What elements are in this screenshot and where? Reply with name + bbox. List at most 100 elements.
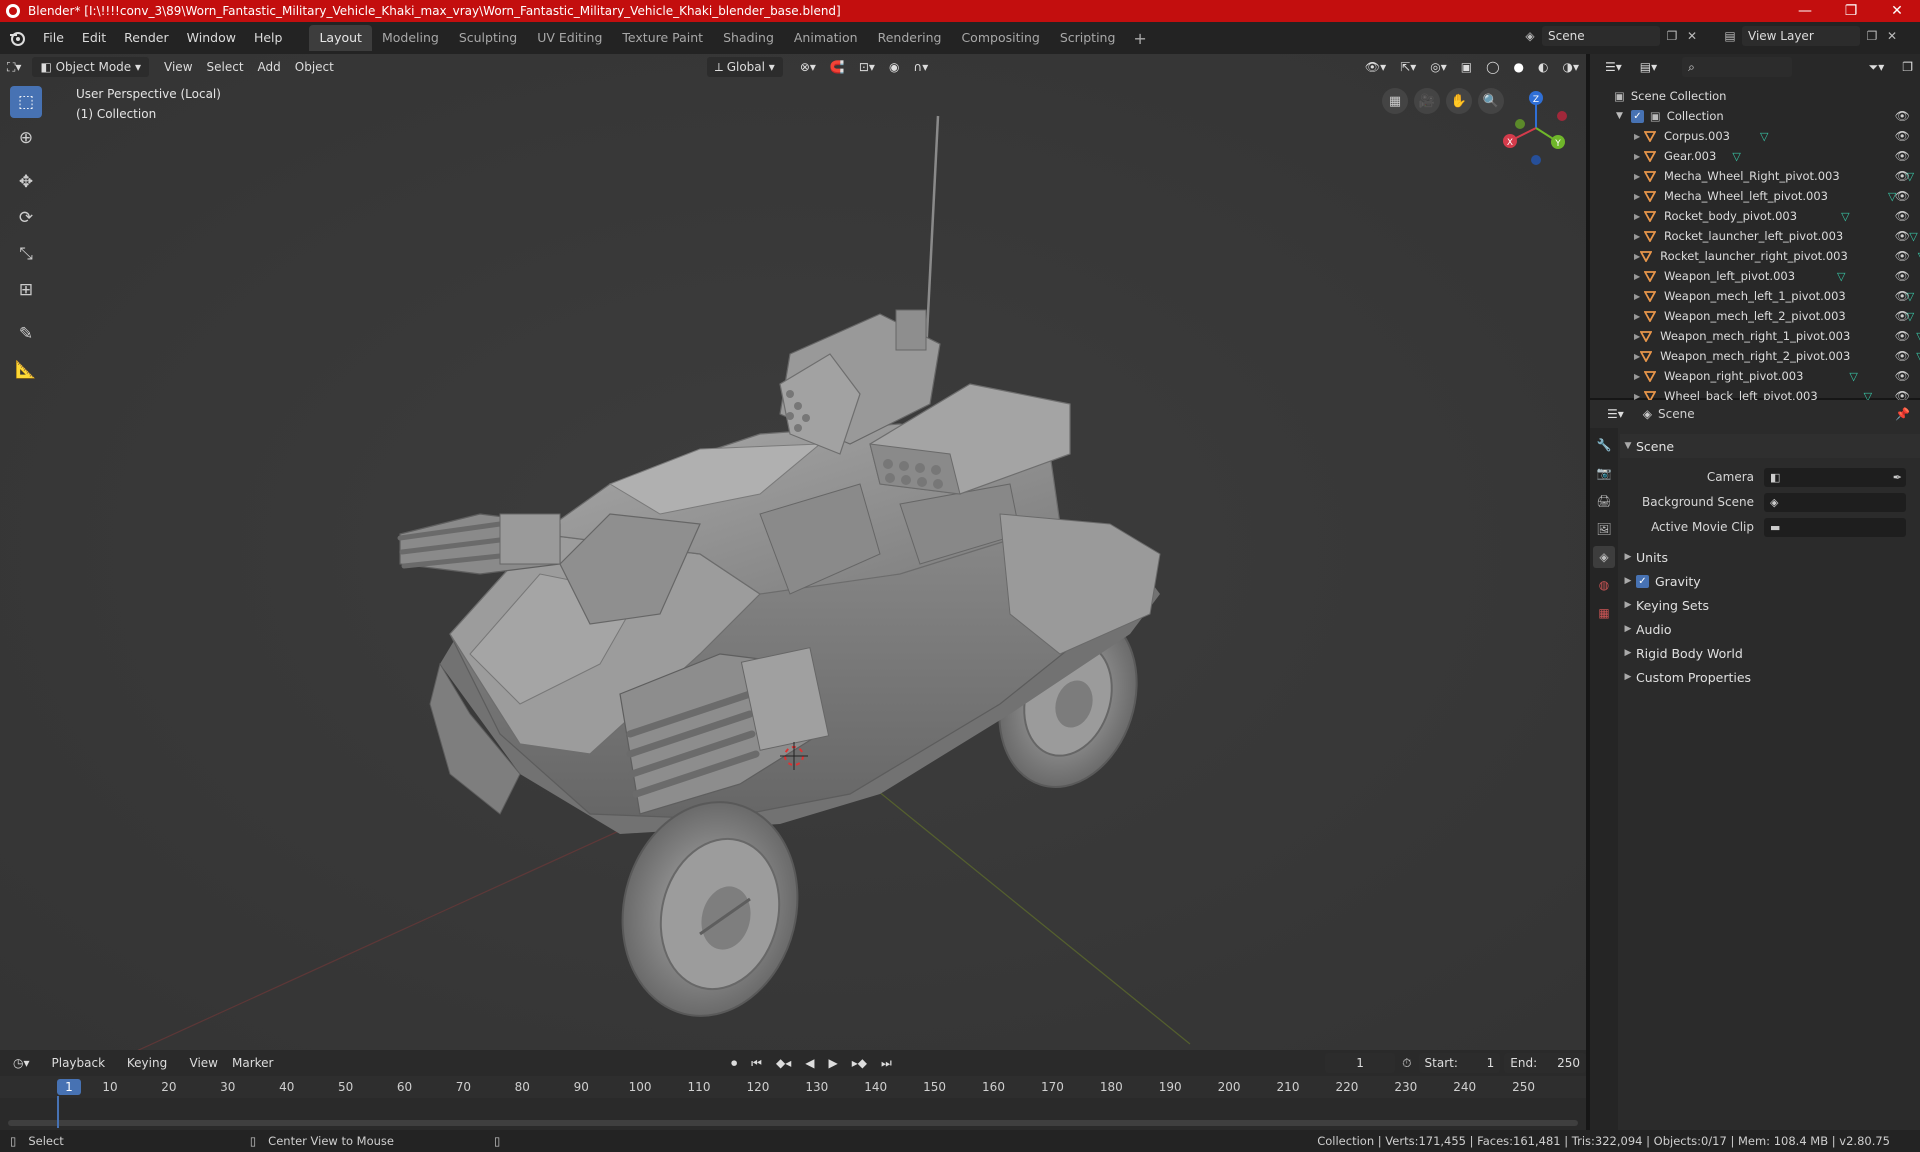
add-workspace-button[interactable]: + (1125, 29, 1154, 48)
tab-rendering[interactable]: Rendering (868, 25, 952, 51)
properties-editor-type-icon[interactable]: ☰▾ (1600, 404, 1631, 424)
subpanel-custom-properties[interactable]: ▶ Custom Properties (1620, 666, 1920, 688)
new-collection-icon[interactable]: ❐ (1895, 57, 1920, 77)
stopwatch-icon[interactable]: ⏱ (1395, 1053, 1418, 1073)
next-keyframe-icon[interactable]: ▸◆ (845, 1053, 874, 1073)
world-tab-icon[interactable]: ◍ (1593, 574, 1615, 596)
subpanel-audio[interactable]: ▶ Audio (1620, 618, 1920, 640)
current-frame-field[interactable]: 1 (1325, 1053, 1396, 1073)
outliner-object-row[interactable]: ▶Weapon_mech_right_1_pivot.003▽👁 (1590, 326, 1920, 346)
outliner-object-row[interactable]: ▶ Weapon_right_pivot.003 ▽ 👁 (1590, 366, 1920, 386)
expand-chevron-icon[interactable]: ▶ (1634, 192, 1644, 201)
subpanel-rigid-body-world[interactable]: ▶ Rigid Body World (1620, 642, 1920, 664)
move-tool[interactable]: ✥ (10, 166, 42, 198)
menu-marker[interactable]: Marker (225, 1053, 280, 1073)
outliner-object-row[interactable]: ▶ Gear.003 ▽ 👁 (1590, 146, 1920, 166)
toggle-ortho-icon[interactable]: ▦ (1382, 88, 1408, 114)
falloff-icon[interactable]: ∩▾ (906, 57, 935, 77)
texture-tab-icon[interactable]: ▦ (1593, 602, 1615, 624)
gizmo-toggle-icon[interactable]: ⇱▾ (1393, 57, 1423, 77)
tab-texture-paint[interactable]: Texture Paint (612, 25, 713, 51)
tab-uv-editing[interactable]: UV Editing (527, 25, 612, 51)
close-button[interactable]: ✕ (1874, 0, 1920, 22)
cursor-tool[interactable]: ⊕ (10, 122, 42, 154)
3d-viewport[interactable]: ⛶▾ ◧ Object Mode ▾ View Select Add Objec… (0, 54, 1586, 1050)
gravity-checkbox[interactable]: ✓ (1636, 574, 1649, 588)
visibility-icon[interactable]: 👁▾ (1358, 57, 1393, 77)
visibility-eye-icon[interactable]: 👁 (1895, 149, 1910, 163)
new-view-layer-icon[interactable]: ❐ (1864, 28, 1880, 44)
mesh-data-icon[interactable]: ▽ (1909, 230, 1917, 243)
tab-scripting[interactable]: Scripting (1050, 25, 1126, 51)
outliner-object-row[interactable]: ▶Rocket_launcher_right_pivot.003▽👁 (1590, 246, 1920, 266)
outliner-search-input[interactable]: ⌕ (1682, 57, 1793, 77)
visibility-eye-icon[interactable]: 👁 (1895, 369, 1910, 383)
navigation-gizmo[interactable]: Z X Y (1496, 86, 1576, 166)
menu-timeline-view[interactable]: View (183, 1053, 225, 1073)
editor-type-icon[interactable]: ⛶▾ (0, 57, 28, 77)
mesh-data-icon[interactable]: ▽ (1841, 210, 1849, 223)
background-scene-field[interactable]: ◈ (1764, 492, 1906, 512)
pin-icon[interactable]: 📌 (1895, 407, 1910, 421)
start-frame-field[interactable]: Start: 1 (1418, 1053, 1501, 1073)
mesh-data-icon[interactable]: ▽ (1837, 270, 1845, 283)
timeline-scrollbar[interactable] (8, 1120, 1578, 1126)
subpanel-units[interactable]: ▶ Units (1620, 546, 1920, 568)
jump-start-icon[interactable]: ⏮ (744, 1053, 769, 1073)
snap-icon[interactable]: 🧲 (823, 57, 852, 77)
scene-panel-header[interactable]: ▼ Scene (1620, 434, 1920, 458)
visibility-eye-icon[interactable]: 👁 (1895, 169, 1910, 183)
expand-chevron-icon[interactable]: ▶ (1634, 372, 1644, 381)
pan-hand-icon[interactable]: ✋ (1446, 88, 1472, 114)
camera-field[interactable]: ◧ ✒ (1764, 467, 1906, 487)
visibility-eye-icon[interactable]: 👁 (1895, 269, 1910, 283)
end-frame-field[interactable]: End: 250 (1504, 1053, 1587, 1073)
mesh-data-icon[interactable]: ▽ (1760, 130, 1768, 143)
menu-file[interactable]: File (34, 22, 73, 54)
menu-add[interactable]: Add (251, 57, 288, 77)
visibility-eye-icon[interactable]: 👁 (1895, 109, 1910, 123)
mode-dropdown[interactable]: ◧ Object Mode ▾ (32, 57, 150, 77)
expand-chevron-icon[interactable]: ▶ (1634, 172, 1644, 181)
display-mode-icon[interactable]: ▤▾ (1633, 57, 1664, 77)
blender-menu-icon[interactable] (8, 29, 26, 47)
vehicle-model[interactable] (0, 54, 1586, 1050)
visibility-eye-icon[interactable]: 👁 (1895, 249, 1910, 263)
timeline-body[interactable] (0, 1098, 1586, 1130)
outliner-object-row[interactable]: ▶Weapon_mech_right_2_pivot.003▽👁 (1590, 346, 1920, 366)
menu-object[interactable]: Object (288, 57, 341, 77)
timeline-ruler[interactable]: 1102030405060708090100110120130140150160… (0, 1076, 1586, 1098)
output-tab-icon[interactable]: 🖨 (1593, 490, 1615, 512)
visibility-eye-icon[interactable]: 👁 (1895, 329, 1910, 343)
collapse-chevron-icon[interactable]: ▼ (1616, 111, 1623, 121)
render-tab-icon[interactable]: 📷 (1593, 462, 1615, 484)
tool-tab-icon[interactable]: 🔧 (1593, 434, 1615, 456)
visibility-eye-icon[interactable]: 👁 (1895, 189, 1910, 203)
transform-tool[interactable]: ⊞ (10, 274, 42, 306)
scene-name-field[interactable]: Scene (1542, 26, 1660, 46)
tab-shading[interactable]: Shading (713, 25, 784, 51)
tab-compositing[interactable]: Compositing (951, 25, 1049, 51)
outliner-object-row[interactable]: ▶ Mecha_Wheel_left_pivot.003 ▽ 👁 (1590, 186, 1920, 206)
collection-row[interactable]: ▼ ✓ ▣ Collection 👁 (1590, 106, 1920, 126)
mesh-data-icon[interactable]: ▽ (1916, 350, 1920, 363)
outliner-object-row[interactable]: ▶ Rocket_launcher_left_pivot.003 ▽ 👁 (1590, 226, 1920, 246)
menu-render[interactable]: Render (115, 22, 178, 54)
expand-chevron-icon[interactable]: ▶ (1634, 132, 1644, 141)
material-shading-icon[interactable]: ◐ (1531, 57, 1555, 77)
expand-chevron-icon[interactable]: ▶ (1634, 212, 1644, 221)
outliner-editor-type-icon[interactable]: ☰▾ (1598, 57, 1629, 77)
annotate-tool[interactable]: ✎ (10, 318, 42, 350)
record-icon[interactable]: ⏺ (724, 1053, 744, 1073)
eyedropper-icon[interactable]: ✒ (1893, 471, 1902, 484)
view-layer-field[interactable]: View Layer (1742, 26, 1860, 46)
visibility-eye-icon[interactable]: 👁 (1895, 349, 1910, 363)
visibility-eye-icon[interactable]: 👁 (1895, 229, 1910, 243)
expand-chevron-icon[interactable]: ▶ (1634, 292, 1644, 301)
tab-animation[interactable]: Animation (784, 25, 868, 51)
view-layer-tab-icon[interactable]: 🖼 (1593, 518, 1615, 540)
transform-orientation-dropdown[interactable]: ⟂ Global ▾ (706, 57, 783, 77)
outliner-object-row[interactable]: ▶ Mecha_Wheel_Right_pivot.003 ▽ 👁 (1590, 166, 1920, 186)
measure-tool[interactable]: 📐 (10, 354, 42, 386)
subpanel-gravity[interactable]: ▶ ✓ Gravity (1620, 570, 1920, 592)
